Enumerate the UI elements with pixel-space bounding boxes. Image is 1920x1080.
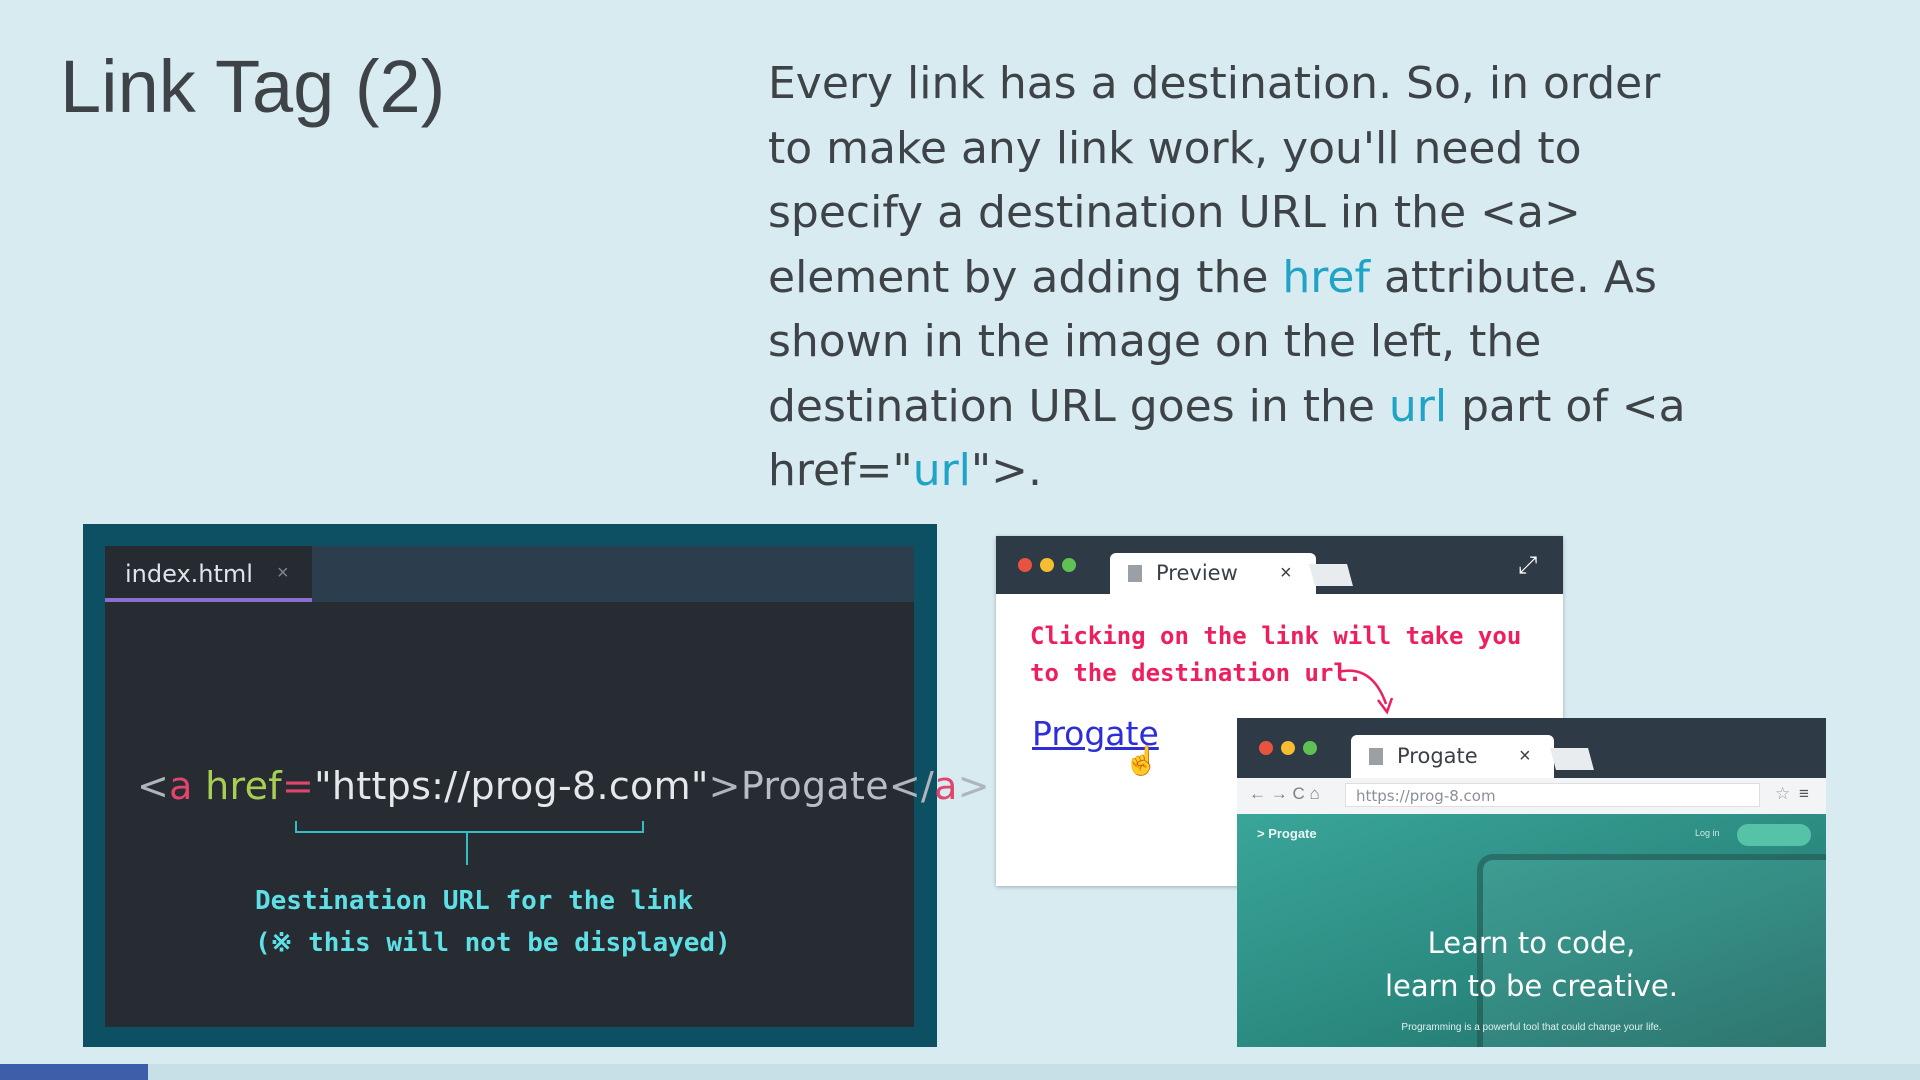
slide-title: Link Tag (2) bbox=[60, 45, 446, 128]
menu-icon: ≡ bbox=[1799, 784, 1809, 803]
progate-titlebar: Progate × bbox=[1237, 718, 1826, 778]
editor-panel: index.html × <a href="https://prog-8.com… bbox=[105, 546, 990, 1027]
slide-progress-fill bbox=[0, 1064, 148, 1080]
minimize-dot-icon bbox=[1281, 741, 1295, 755]
progate-logo: > Progate bbox=[1257, 826, 1317, 841]
headline-line-1: Learn to code, bbox=[1427, 926, 1636, 960]
code-text: Progate bbox=[740, 764, 889, 808]
code-punct: > bbox=[708, 764, 741, 808]
hero-subtext: Programming is a powerful tool that coul… bbox=[1401, 1022, 1662, 1033]
progate-hero: > Progate Log in Learn to code, learn to… bbox=[1237, 814, 1826, 1047]
close-dot-icon bbox=[1259, 741, 1273, 755]
code-editor-image: index.html × <a href="https://prog-8.com… bbox=[83, 524, 990, 1047]
editor-tab-bar: index.html × bbox=[105, 546, 914, 602]
desc-text: ">. bbox=[970, 445, 1042, 496]
slide-description: Every link has a destination. So, in ord… bbox=[768, 52, 1698, 504]
file-tab-label: index.html bbox=[125, 560, 253, 588]
preview-titlebar: Preview × ⤢ bbox=[996, 536, 1563, 594]
code-tag: a bbox=[934, 764, 958, 808]
progate-window-image: Progate × ← → C ⌂ https://prog-8.com ☆ ≡… bbox=[1237, 718, 1826, 1047]
star-icon: ☆ bbox=[1775, 784, 1791, 803]
new-tab-icon bbox=[1309, 564, 1353, 586]
click-note: Clicking on the link will take you to th… bbox=[1030, 618, 1521, 692]
code-line: <a href="https://prog-8.com">Progate</a> bbox=[137, 764, 990, 808]
bracket-stem bbox=[466, 831, 468, 865]
login-link: Log in bbox=[1695, 828, 1720, 838]
minimize-dot-icon bbox=[1040, 558, 1054, 572]
code-tag: a bbox=[169, 764, 193, 808]
close-icon: × bbox=[1280, 562, 1292, 584]
href-keyword: href bbox=[1282, 251, 1370, 303]
url-field: https://prog-8.com bbox=[1345, 783, 1760, 807]
code-eq: = bbox=[281, 764, 315, 808]
close-dot-icon bbox=[1018, 558, 1032, 572]
url-keyword: url bbox=[912, 445, 971, 496]
hero-headline: Learn to code, learn to be creative. bbox=[1237, 922, 1826, 1008]
slide-progress-track bbox=[0, 1064, 1920, 1080]
note-line-2: to the destination url. bbox=[1030, 659, 1363, 687]
preview-tab-label: Preview bbox=[1156, 561, 1238, 585]
code-punct: </ bbox=[888, 764, 935, 808]
code-punct: < bbox=[137, 764, 170, 808]
annotation-line-2: (※ this will not be displayed) bbox=[255, 928, 731, 958]
arrow-icon bbox=[1337, 669, 1394, 715]
code-attr: href bbox=[192, 764, 282, 808]
expand-icon: ⤢ bbox=[1518, 552, 1538, 579]
nav-icons: ← → C ⌂ bbox=[1249, 784, 1320, 803]
close-icon: × bbox=[1519, 745, 1531, 767]
url-bracket bbox=[295, 821, 644, 833]
close-icon: × bbox=[277, 562, 289, 584]
code-punct: > bbox=[957, 764, 990, 808]
new-tab-icon bbox=[1550, 748, 1594, 770]
file-tab: index.html × bbox=[105, 546, 312, 602]
document-icon bbox=[1128, 565, 1142, 582]
signup-button bbox=[1737, 824, 1811, 846]
progate-tab: Progate × bbox=[1351, 735, 1554, 778]
hand-pointer-icon: ☝ bbox=[1124, 745, 1159, 776]
url-keyword: url bbox=[1388, 380, 1448, 432]
maximize-dot-icon bbox=[1062, 558, 1076, 572]
address-bar: ← → C ⌂ https://prog-8.com ☆ ≡ bbox=[1237, 778, 1826, 815]
maximize-dot-icon bbox=[1303, 741, 1317, 755]
headline-line-2: learn to be creative. bbox=[1385, 969, 1678, 1003]
code-string: "https://prog-8.com" bbox=[314, 764, 709, 808]
document-icon bbox=[1369, 748, 1383, 765]
progate-tab-label: Progate bbox=[1397, 744, 1478, 768]
note-line-1: Clicking on the link will take you bbox=[1030, 622, 1522, 650]
annotation-line-1: Destination URL for the link bbox=[255, 886, 694, 916]
preview-tab: Preview × bbox=[1110, 553, 1316, 594]
destination-annotation: Destination URL for the link (※ this wil… bbox=[255, 880, 731, 964]
